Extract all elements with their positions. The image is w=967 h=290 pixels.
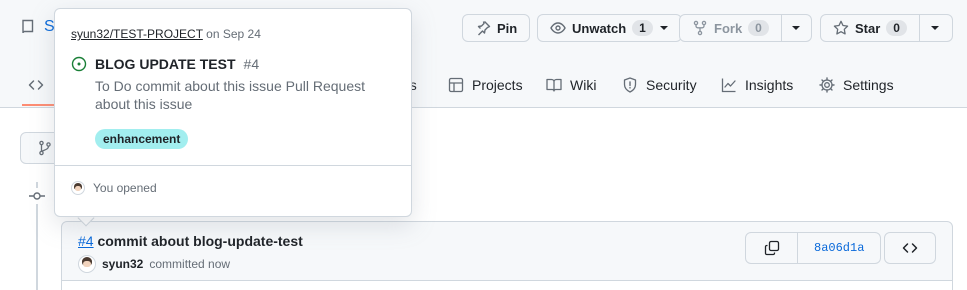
chevron-down-icon (791, 23, 801, 33)
label-enhancement[interactable]: enhancement (95, 129, 189, 149)
tab-projects[interactable]: Projects (448, 68, 523, 102)
shield-icon (622, 77, 638, 93)
commit-sha-link[interactable]: 8a06d1a (798, 241, 880, 255)
code-icon (902, 240, 918, 256)
issue-link[interactable]: #4 (78, 233, 94, 249)
tab-code[interactable] (28, 68, 52, 102)
fork-button-group[interactable]: Fork 0 (679, 14, 812, 42)
commit-title: #4 commit about blog-update-test (78, 233, 303, 249)
tab-wiki[interactable]: Wiki (546, 68, 596, 102)
repo-title[interactable]: S (20, 18, 55, 36)
commit-time: committed now (149, 257, 231, 271)
copy-icon (764, 240, 780, 256)
browse-code-button[interactable] (884, 232, 936, 264)
divider (55, 165, 411, 166)
commit-item: #4 commit about blog-update-test syun32 … (61, 221, 953, 290)
table-icon (448, 77, 464, 93)
tab-settings[interactable]: Settings (819, 68, 894, 102)
git-commit-icon (29, 188, 45, 204)
star-icon (833, 20, 849, 36)
hovercard-footer-text: You opened (93, 181, 157, 195)
tab-security[interactable]: Security (622, 68, 697, 102)
hovercard-issue-number: #4 (243, 56, 260, 72)
fork-icon (692, 20, 708, 36)
star-button[interactable]: Star 0 (821, 15, 919, 41)
fork-label: Fork (714, 20, 743, 36)
tab-insights-label: Insights (745, 77, 794, 93)
hovercard-date: on Sep 24 (206, 27, 261, 41)
eye-icon (550, 20, 566, 36)
issue-opened-icon (71, 56, 87, 72)
chevron-down-icon (659, 23, 669, 33)
hovercard-repo-link[interactable]: syun32/TEST-PROJECT (71, 27, 203, 41)
fork-count: 0 (748, 20, 769, 36)
pin-button[interactable]: Pin (462, 14, 531, 42)
code-icon (28, 77, 44, 93)
hovercard-repo-line: syun32/TEST-PROJECT on Sep 24 (71, 27, 261, 41)
unwatch-label: Unwatch (572, 20, 627, 36)
copy-sha-button[interactable] (746, 233, 798, 263)
avatar[interactable] (78, 255, 96, 273)
gear-icon (819, 77, 835, 93)
git-branch-icon (37, 140, 53, 156)
tab-wiki-label: Wiki (570, 77, 597, 93)
unwatch-button[interactable]: Unwatch 1 (537, 14, 682, 42)
tab-security-label: Security (646, 77, 697, 93)
commit-author[interactable]: syun32 (102, 257, 143, 271)
commit-details (62, 280, 952, 290)
hovercard-body: To Do commit about this issue Pull Reque… (95, 78, 366, 112)
star-menu-button[interactable] (920, 15, 950, 41)
avatar (71, 181, 85, 195)
book-icon (546, 77, 562, 93)
tab-settings-label: Settings (843, 77, 894, 93)
star-count: 0 (886, 20, 907, 36)
star-label: Star (855, 20, 881, 36)
hovercard-footer: You opened (71, 181, 157, 195)
sha-button-group: 8a06d1a (745, 232, 882, 264)
pin-label: Pin (497, 20, 518, 36)
repo-icon (20, 19, 36, 35)
chevron-down-icon (930, 23, 940, 33)
pin-icon (475, 20, 491, 36)
fork-menu-button[interactable] (781, 15, 811, 41)
watch-count: 1 (632, 20, 653, 36)
hovercard-title: BLOG UPDATE TEST #4 (71, 56, 259, 72)
star-button-group[interactable]: Star 0 (820, 14, 953, 42)
issue-hovercard: syun32/TEST-PROJECT on Sep 24 BLOG UPDAT… (54, 8, 412, 217)
commit-message[interactable]: commit about blog-update-test (97, 233, 302, 249)
tab-projects-label: Projects (472, 77, 523, 93)
tab-insights[interactable]: Insights (721, 68, 793, 102)
commit-meta: syun32 committed now (78, 255, 230, 273)
fork-button[interactable]: Fork 0 (680, 15, 781, 41)
hovercard-issue-title[interactable]: BLOG UPDATE TEST (95, 56, 236, 72)
graph-icon (721, 77, 737, 93)
